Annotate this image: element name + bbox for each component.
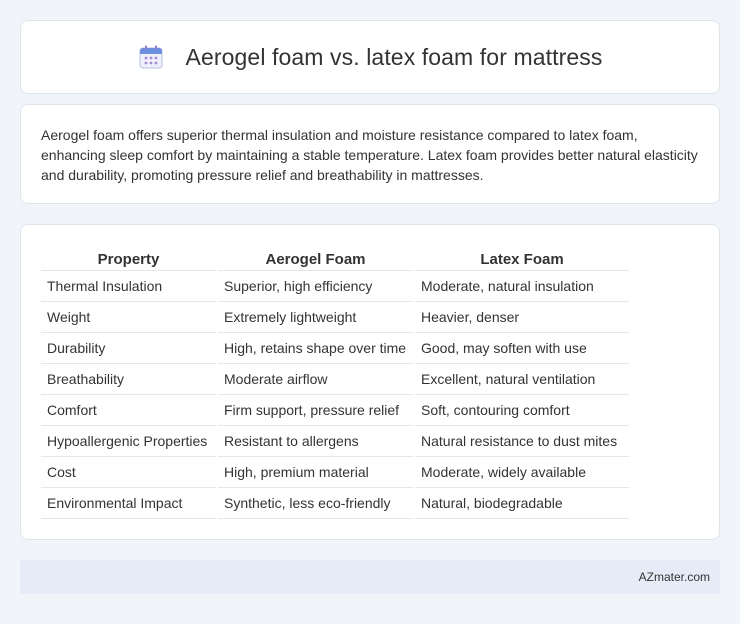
table-header-row: Property Aerogel Foam Latex Foam: [41, 245, 629, 271]
summary-text: Aerogel foam offers superior thermal ins…: [41, 127, 698, 183]
latex-cell: Excellent, natural ventilation: [415, 364, 629, 395]
property-cell: Durability: [41, 333, 216, 364]
latex-cell: Moderate, widely available: [415, 457, 629, 488]
property-cell: Comfort: [41, 395, 216, 426]
page-title: Aerogel foam vs. latex foam for mattress: [185, 43, 603, 70]
aerogel-cell: Synthetic, less eco-friendly: [218, 488, 413, 519]
table-row: Comfort Firm support, pressure relief So…: [41, 395, 629, 426]
property-cell: Thermal Insulation: [41, 271, 216, 302]
aerogel-cell: High, retains shape over time: [218, 333, 413, 364]
property-cell: Environmental Impact: [41, 488, 216, 519]
aerogel-cell: Moderate airflow: [218, 364, 413, 395]
title-wrap: Aerogel foam vs. latex foam for mattress: [138, 44, 603, 71]
title-card: Aerogel foam vs. latex foam for mattress: [20, 20, 720, 94]
latex-cell: Natural resistance to dust mites: [415, 426, 629, 457]
table-row: Breathability Moderate airflow Excellent…: [41, 364, 629, 395]
table-row: Hypoallergenic Properties Resistant to a…: [41, 426, 629, 457]
property-cell: Weight: [41, 302, 216, 333]
comparison-table: Property Aerogel Foam Latex Foam Thermal…: [39, 245, 631, 519]
table-row: Thermal Insulation Superior, high effici…: [41, 271, 629, 302]
table-row: Cost High, premium material Moderate, wi…: [41, 457, 629, 488]
column-header-latex: Latex Foam: [415, 245, 629, 271]
column-header-property: Property: [41, 245, 216, 271]
latex-cell: Good, may soften with use: [415, 333, 629, 364]
property-cell: Cost: [41, 457, 216, 488]
summary-card: Aerogel foam offers superior thermal ins…: [20, 104, 720, 204]
table-row: Weight Extremely lightweight Heavier, de…: [41, 302, 629, 333]
property-cell: Breathability: [41, 364, 216, 395]
latex-cell: Heavier, denser: [415, 302, 629, 333]
column-header-aerogel: Aerogel Foam: [218, 245, 413, 271]
latex-cell: Soft, contouring comfort: [415, 395, 629, 426]
comparison-table-card: Property Aerogel Foam Latex Foam Thermal…: [20, 224, 720, 540]
calendar-icon: [139, 45, 163, 69]
property-cell: Hypoallergenic Properties: [41, 426, 216, 457]
aerogel-cell: Superior, high efficiency: [218, 271, 413, 302]
latex-cell: Moderate, natural insulation: [415, 271, 629, 302]
footer: AZmater.com: [20, 560, 720, 594]
aerogel-cell: Resistant to allergens: [218, 426, 413, 457]
latex-cell: Natural, biodegradable: [415, 488, 629, 519]
aerogel-cell: Firm support, pressure relief: [218, 395, 413, 426]
aerogel-cell: Extremely lightweight: [218, 302, 413, 333]
footer-site-link[interactable]: AZmater.com: [639, 570, 710, 584]
aerogel-cell: High, premium material: [218, 457, 413, 488]
table-row: Durability High, retains shape over time…: [41, 333, 629, 364]
table-row: Environmental Impact Synthetic, less eco…: [41, 488, 629, 519]
